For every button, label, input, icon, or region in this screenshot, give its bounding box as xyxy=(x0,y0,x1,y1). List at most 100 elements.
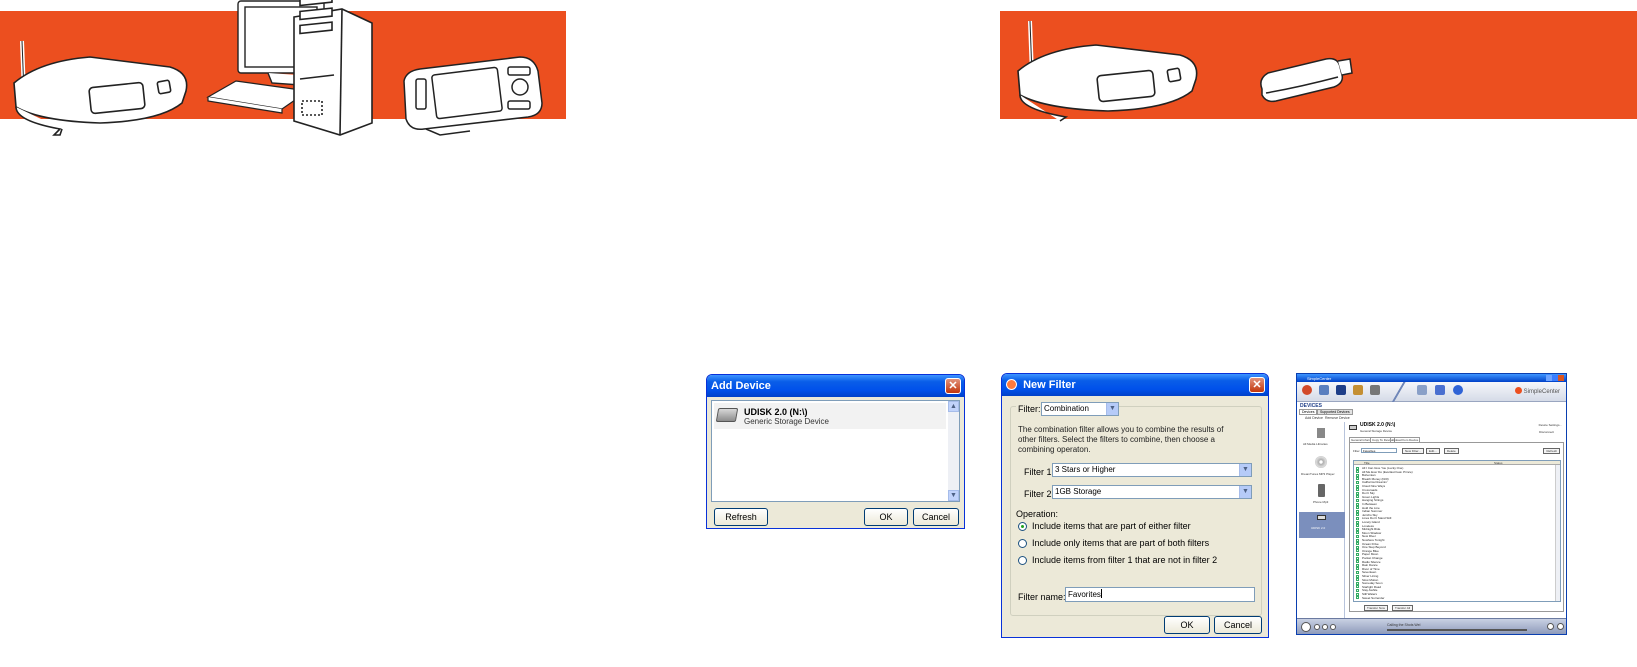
add-device-titlebar[interactable]: Add Device ✕ xyxy=(707,375,964,397)
operation-option-3[interactable]: Include items from filter 1 that are not… xyxy=(1018,555,1248,567)
add-device-action[interactable]: Add Device xyxy=(1305,416,1323,420)
chevron-down-icon[interactable]: ▼ xyxy=(1239,486,1251,498)
radio-button[interactable] xyxy=(1018,539,1027,548)
scroll-up-icon[interactable]: ▲ xyxy=(948,401,959,412)
chevron-down-icon[interactable]: ▼ xyxy=(1239,464,1251,476)
prev-icon[interactable] xyxy=(1314,624,1320,630)
add-device-title: Add Device xyxy=(711,380,771,392)
ok-button[interactable]: OK xyxy=(864,508,908,526)
column-status[interactable]: Status xyxy=(1494,461,1503,465)
operation-option-1[interactable]: Include items that are part of either fi… xyxy=(1018,521,1248,533)
table-scrollbar[interactable] xyxy=(1555,465,1560,601)
music-icon[interactable] xyxy=(1302,385,1312,395)
filter-type-value: Combination xyxy=(1044,404,1089,413)
operation-option-label: Include items that are part of either fi… xyxy=(1032,521,1191,531)
help-icon[interactable] xyxy=(1453,385,1463,395)
radio-button[interactable] xyxy=(1018,556,1027,565)
sidebar-item-phone[interactable]: Phone Mp3 xyxy=(1299,484,1345,510)
cancel-button[interactable]: Cancel xyxy=(913,508,959,526)
simplecenter-window: SimpleCenter SimpleCenter DEVICES Device… xyxy=(1296,373,1567,635)
table-row[interactable]: Sweet Surrender xyxy=(1354,596,1554,600)
device-header-icon xyxy=(1349,425,1357,430)
phone-icon xyxy=(1318,484,1325,497)
filter-description: The combination filter allows you to com… xyxy=(1018,425,1224,454)
tab-devices[interactable]: Devices xyxy=(1299,409,1318,415)
cancel-button[interactable]: Cancel xyxy=(1214,616,1262,634)
scroll-down-icon[interactable]: ▼ xyxy=(948,490,959,501)
window-controls[interactable] xyxy=(1546,375,1564,381)
close-icon[interactable]: ✕ xyxy=(945,378,961,394)
preview-icon[interactable] xyxy=(1435,385,1445,395)
filter-name-input[interactable]: Favorites xyxy=(1065,587,1255,602)
tab-supported-devices[interactable]: Supported Devices xyxy=(1317,409,1353,415)
simplecenter-titlebar[interactable]: SimpleCenter xyxy=(1297,374,1566,382)
filter1-value: 3 Stars or Higher xyxy=(1055,465,1116,474)
transfer-now-button[interactable]: Transfer Now xyxy=(1364,605,1388,611)
copy-panel: Filter Favorites New Filter... Edit... D… xyxy=(1349,442,1564,612)
player-bar: Calling the Shots Wel xyxy=(1297,618,1566,634)
refresh-button[interactable]: Refresh xyxy=(714,508,768,526)
logo-text: SimpleCenter xyxy=(1523,389,1560,395)
expand-icon[interactable] xyxy=(1557,623,1564,630)
device-settings-link[interactable]: Device Settings... xyxy=(1539,423,1562,427)
device-illustrations-right xyxy=(1017,20,1353,122)
operation-option-label: Include only items that are part of both… xyxy=(1032,538,1210,548)
filter2-label: Filter 2: xyxy=(1024,489,1055,499)
next-icon[interactable] xyxy=(1330,624,1336,630)
device-sidebar: All Media Libraries DreamTunes MP3 Playe… xyxy=(1299,422,1345,618)
router-icon xyxy=(1017,20,1198,122)
router-icon xyxy=(13,40,188,136)
seek-bar[interactable] xyxy=(1387,629,1527,631)
settings-icon[interactable] xyxy=(1417,385,1427,395)
drive-icon xyxy=(715,408,739,422)
sidebar-item-label: UDISK 2.0 xyxy=(1311,526,1326,530)
close-icon[interactable]: ✕ xyxy=(1249,377,1265,393)
filter-select-value: Favorites xyxy=(1363,449,1376,453)
filter2-select[interactable]: 1GB Storage ▼ xyxy=(1052,485,1252,499)
sidebar-item-mp3-player[interactable]: DreamTunes MP3 Player xyxy=(1299,456,1345,482)
playlists-icon[interactable] xyxy=(1353,385,1363,395)
new-filter-titlebar[interactable]: New Filter ✕ xyxy=(1002,374,1268,396)
refresh-button[interactable]: Refresh xyxy=(1543,448,1560,454)
song-title: Sweet Surrender xyxy=(1362,595,1385,600)
remove-device-action[interactable]: Remove Device xyxy=(1325,416,1350,420)
operation-option-label: Include items from filter 1 that are not… xyxy=(1032,555,1218,565)
keyboard-icon xyxy=(206,80,310,114)
checkbox[interactable] xyxy=(1356,596,1359,600)
column-title[interactable]: Title xyxy=(1364,461,1370,465)
device-list-item[interactable]: UDISK 2.0 (N:\) Generic Storage Device xyxy=(714,403,946,429)
filter-name-value: Favorites xyxy=(1068,590,1101,599)
play-icon[interactable] xyxy=(1301,622,1311,632)
radio-button[interactable] xyxy=(1018,522,1027,531)
transfer-all-button[interactable]: Transfer All xyxy=(1392,605,1414,611)
toolbar: SimpleCenter xyxy=(1297,382,1566,402)
sidebar-item-label: DreamTunes MP3 Player xyxy=(1301,472,1335,476)
sidebar-item-libraries[interactable]: All Media Libraries xyxy=(1299,428,1345,454)
devices-icon[interactable] xyxy=(1370,385,1380,395)
new-filter-button[interactable]: New Filter... xyxy=(1402,448,1424,454)
device-illustrations xyxy=(13,0,543,136)
text-cursor xyxy=(1100,589,1102,598)
disconnect-link[interactable]: Disconnect xyxy=(1539,430,1554,434)
device-list[interactable]: UDISK 2.0 (N:\) Generic Storage Device ▲… xyxy=(711,400,960,502)
device-type: General Storage Device xyxy=(1360,429,1393,433)
device-name: UDISK 2.0 (N:\) xyxy=(744,407,808,417)
edit-filter-button[interactable]: Edit... xyxy=(1426,448,1440,454)
videos-icon[interactable] xyxy=(1336,385,1346,395)
product-banner-left xyxy=(0,0,566,136)
operation-label: Operation: xyxy=(1016,509,1059,519)
pictures-icon[interactable] xyxy=(1319,385,1329,395)
filter1-select[interactable]: 3 Stars or Higher ▼ xyxy=(1052,463,1252,477)
list-scrollbar[interactable]: ▲ ▼ xyxy=(948,401,959,501)
product-banner-right xyxy=(1000,11,1637,122)
filter-type-select[interactable]: Combination ▼ xyxy=(1041,402,1119,416)
operation-option-2[interactable]: Include only items that are part of both… xyxy=(1018,538,1248,550)
desktop-tower-icon xyxy=(293,0,373,136)
stop-icon[interactable] xyxy=(1322,624,1328,630)
volume-icon[interactable] xyxy=(1547,623,1554,630)
filter-select[interactable]: Favorites xyxy=(1361,448,1397,453)
sidebar-item-udisk[interactable]: UDISK 2.0 xyxy=(1299,512,1345,538)
delete-filter-button[interactable]: Delete xyxy=(1444,448,1459,454)
chevron-down-icon[interactable]: ▼ xyxy=(1106,403,1118,415)
ok-button[interactable]: OK xyxy=(1164,616,1210,634)
